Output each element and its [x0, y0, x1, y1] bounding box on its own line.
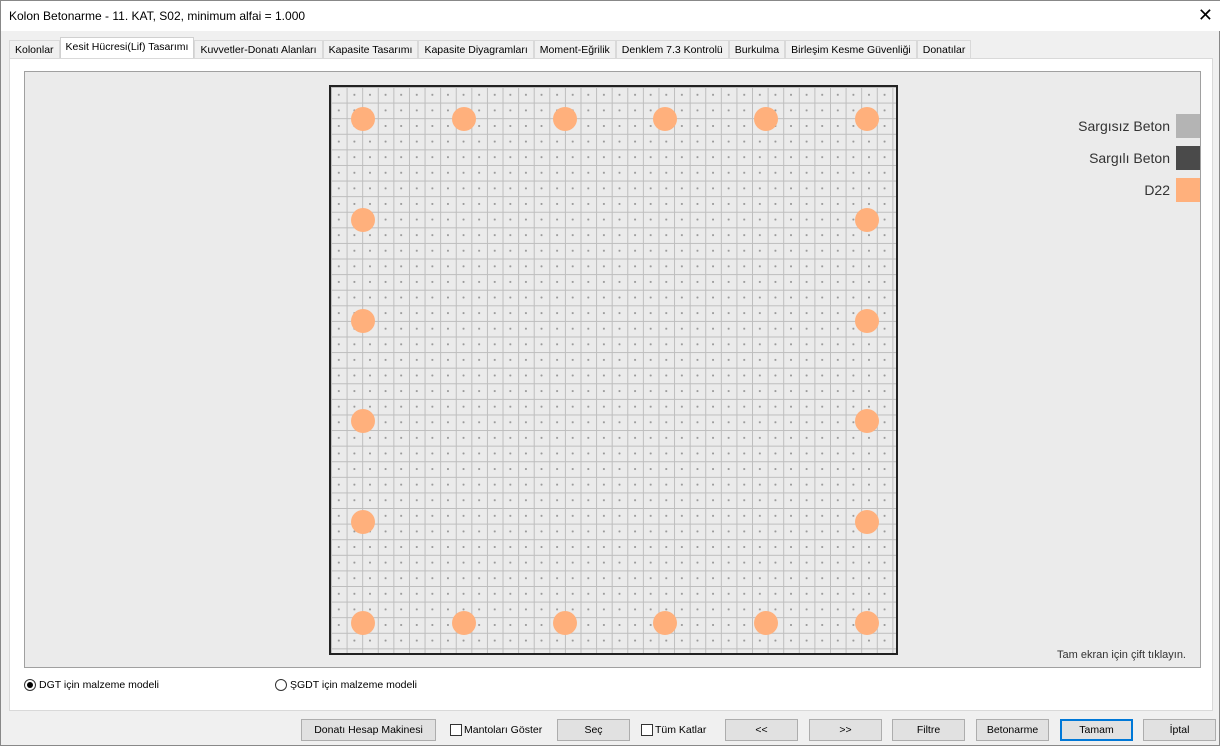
rebar-d22 — [351, 409, 375, 433]
rebar-d22 — [855, 309, 879, 333]
legend-label: Sargısız Beton — [1078, 118, 1170, 134]
rebar-d22 — [653, 611, 677, 635]
rebar-d22 — [653, 107, 677, 131]
window-title: Kolon Betonarme - 11. KAT, S02, minimum … — [9, 9, 306, 23]
tab-bar: Kolonlar Kesit Hücresi(Lif) Tasarımı Kuvve… — [9, 37, 972, 59]
tab-9[interactable]: Birleşim Kesme Güvenliği — [785, 40, 917, 59]
rebar-d22 — [855, 409, 879, 433]
rebar-d22 — [754, 107, 778, 131]
rebar-d22 — [351, 510, 375, 534]
legend-label: Sargılı Beton — [1089, 150, 1170, 166]
tab-4[interactable]: Kapasite Tasarımı — [322, 40, 419, 59]
rebar-d22 — [553, 611, 577, 635]
rebar-d22 — [553, 107, 577, 131]
checkbox-box[interactable] — [641, 724, 653, 736]
sec-button[interactable]: Seç — [557, 719, 630, 741]
legend-swatch — [1176, 114, 1200, 138]
rebar-d22 — [855, 208, 879, 232]
rebar-d22 — [754, 611, 778, 635]
filtre-button[interactable]: Filtre — [892, 719, 965, 741]
rebar-d22 — [452, 611, 476, 635]
tab-2[interactable]: Kesit Hücresi(Lif) Tasarımı — [59, 37, 195, 59]
rebar-d22 — [855, 107, 879, 131]
radio-dgt[interactable]: DGT için malzeme modeli — [24, 679, 159, 691]
betonarme-button[interactable]: Betonarme — [976, 719, 1049, 741]
section-canvas[interactable]: Sargısız Beton Sargılı Beton D22 Tam ekran… — [24, 71, 1201, 668]
tab-10[interactable]: Donatılar — [916, 40, 972, 59]
legend-item: Sargılı Beton — [1089, 146, 1200, 170]
radio-label: DGT için malzeme modeli — [39, 679, 160, 691]
rebar-d22 — [452, 107, 476, 131]
radio-label: ŞGDT için malzeme modeli — [290, 679, 418, 691]
rebar-d22 — [855, 611, 879, 635]
tab-3[interactable]: Kuvvetler-Donatı Alanları — [194, 40, 323, 59]
iptal-button[interactable]: İptal — [1143, 719, 1216, 741]
legend-item: D22 — [1144, 178, 1200, 202]
prev-button[interactable]: << — [725, 719, 798, 741]
rebar-d22 — [351, 208, 375, 232]
column-section — [329, 85, 898, 655]
checkbox-label: Tüm Katlar — [655, 724, 707, 736]
fullscreen-hint: Tam ekran için çift tıklayın. — [1057, 649, 1186, 661]
tum-katlar-checkbox[interactable]: Tüm Katlar — [641, 724, 706, 736]
tab-6[interactable]: Moment-Eğrilik — [533, 40, 616, 59]
radio-sgdt[interactable]: ŞGDT için malzeme modeli — [275, 679, 417, 691]
rebar-d22 — [855, 510, 879, 534]
checkbox-label: Mantoları Göster — [464, 724, 543, 736]
radio-circle[interactable] — [24, 679, 36, 691]
rebar-d22 — [351, 309, 375, 333]
tab-1[interactable]: Kolonlar — [9, 40, 60, 59]
tamam-button[interactable]: Tamam — [1060, 719, 1133, 741]
checkbox-box[interactable] — [450, 724, 462, 736]
close-icon[interactable]: ✕ — [1198, 5, 1213, 26]
rebar-d22 — [351, 611, 375, 635]
mantolar-checkbox[interactable]: Mantoları Göster — [450, 724, 542, 736]
title-bar: Kolon Betonarme - 11. KAT, S02, minimum … — [1, 1, 1220, 31]
tab-8[interactable]: Burkulma — [728, 40, 786, 59]
legend-swatch — [1176, 146, 1200, 170]
calculator-button[interactable]: Donatı Hesap Makinesi — [301, 719, 436, 741]
next-button[interactable]: >> — [809, 719, 882, 741]
legend-swatch — [1176, 178, 1200, 202]
radio-circle[interactable] — [275, 679, 287, 691]
tab-5[interactable]: Kapasite Diyagramları — [418, 40, 534, 59]
legend-label: D22 — [1144, 182, 1170, 198]
tab-7[interactable]: Denklem 7.3 Kontrolü — [615, 40, 729, 59]
rebar-d22 — [351, 107, 375, 131]
tab-page: Sargısız Beton Sargılı Beton D22 Tam ekran… — [9, 58, 1213, 711]
legend-item: Sargısız Beton — [1078, 114, 1200, 138]
